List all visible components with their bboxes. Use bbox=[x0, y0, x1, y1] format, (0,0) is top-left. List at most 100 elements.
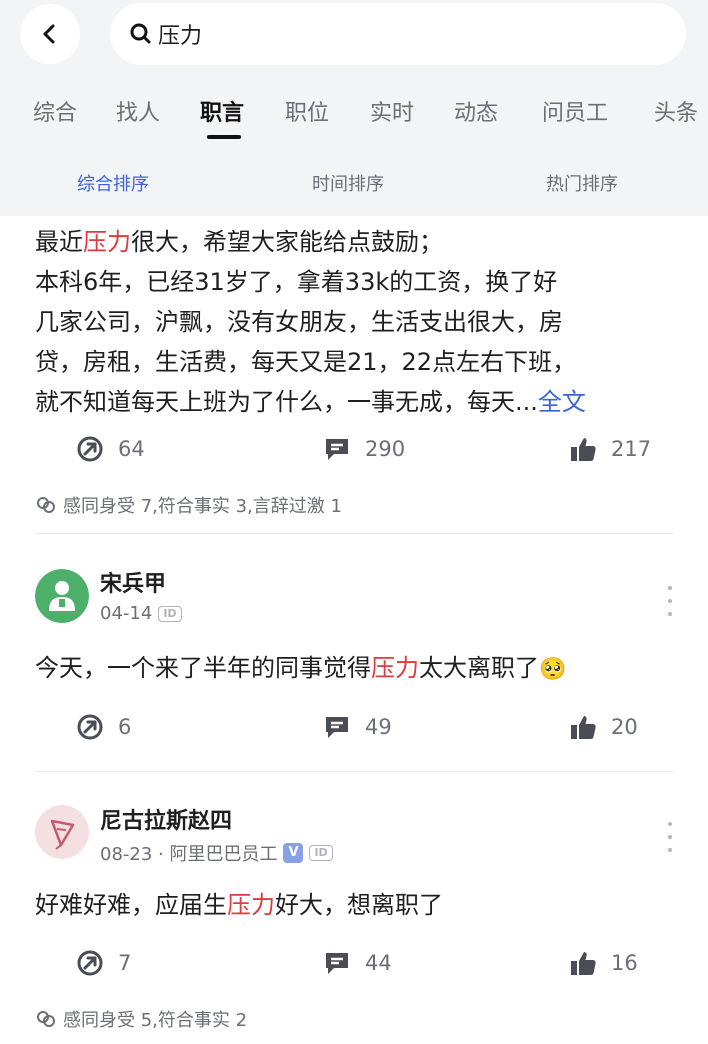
post-1-actions: 64 290 217 bbox=[0, 429, 708, 469]
tab-realtime[interactable]: 实时 bbox=[370, 95, 414, 127]
post-meta: 08-23 · 阿里巴巴员工 V ID bbox=[100, 840, 333, 866]
sort-comprehensive[interactable]: 综合排序 bbox=[77, 170, 149, 196]
chevron-left-icon bbox=[43, 24, 55, 44]
tab-headlines[interactable]: 头条 bbox=[654, 95, 698, 127]
active-tab-indicator bbox=[207, 135, 241, 139]
more-options-button[interactable] bbox=[664, 822, 676, 852]
reaction-summary: 感同身受 5,符合事实 2 bbox=[63, 1010, 248, 1031]
post-3-text: 好大，想离职了 bbox=[275, 891, 443, 919]
tab-people[interactable]: 找人 bbox=[116, 95, 160, 127]
comment-icon bbox=[326, 953, 348, 974]
tab-comprehensive[interactable]: 综合 bbox=[33, 95, 77, 127]
reaction-summary: 感同身受 7,符合事实 3,言辞过激 1 bbox=[63, 496, 342, 517]
thumbs-up-icon bbox=[571, 438, 596, 461]
reaction-icon bbox=[37, 1011, 55, 1027]
like-count: 16 bbox=[611, 951, 638, 975]
avatar[interactable] bbox=[35, 805, 89, 859]
post-meta: 04-14 ID bbox=[100, 603, 182, 624]
keyword-highlight: 压力 bbox=[371, 654, 419, 682]
back-button[interactable] bbox=[20, 4, 80, 64]
share-icon bbox=[77, 950, 103, 976]
divider bbox=[35, 533, 673, 534]
more-options-button[interactable] bbox=[664, 586, 676, 616]
post-1-text: 最近 bbox=[35, 228, 83, 256]
tab-posts[interactable]: 职言 bbox=[200, 95, 244, 127]
comment-button[interactable]: 44 bbox=[323, 943, 392, 983]
comment-button[interactable]: 49 bbox=[323, 707, 392, 747]
more-dot-icon bbox=[668, 848, 672, 852]
author-name[interactable]: 尼古拉斯赵四 bbox=[100, 803, 232, 835]
id-badge: ID bbox=[309, 845, 333, 861]
post-2-actions: 6 49 20 bbox=[0, 707, 708, 747]
share-icon bbox=[77, 436, 103, 462]
share-button[interactable]: 64 bbox=[76, 429, 145, 469]
user-avatar-icon bbox=[35, 569, 89, 623]
share-count: 7 bbox=[118, 951, 132, 975]
full-text-link[interactable]: 全文 bbox=[538, 388, 586, 416]
comment-count: 290 bbox=[365, 437, 406, 461]
comment-icon bbox=[326, 717, 348, 738]
divider bbox=[35, 771, 673, 772]
sort-time[interactable]: 时间排序 bbox=[312, 170, 384, 196]
share-button[interactable]: 6 bbox=[76, 707, 131, 747]
more-dot-icon bbox=[668, 612, 672, 616]
share-icon bbox=[77, 714, 103, 740]
keyword-highlight: 压力 bbox=[83, 228, 131, 256]
thumbs-up-icon bbox=[571, 952, 596, 975]
author-name[interactable]: 宋兵甲 bbox=[100, 566, 166, 598]
like-count: 217 bbox=[611, 437, 652, 461]
category-tabs: 综合 找人 职言 职位 实时 动态 问员工 头条 bbox=[0, 95, 708, 145]
post-1-line: 就不知道每天上班为了什么，一事无成，每天...全文 bbox=[35, 382, 685, 422]
post-3-actions: 7 44 16 bbox=[0, 943, 708, 983]
comment-icon bbox=[326, 439, 348, 460]
sort-options: 综合排序 时间排序 热门排序 bbox=[0, 170, 708, 200]
post-3-text: 好难好难，应届生 bbox=[35, 891, 227, 919]
share-button[interactable]: 7 bbox=[76, 943, 131, 983]
like-button[interactable]: 16 bbox=[569, 943, 638, 983]
post-3-reactions: 感同身受 5,符合事实 2 bbox=[35, 1004, 247, 1034]
tab-jobs[interactable]: 职位 bbox=[285, 95, 329, 127]
more-dot-icon bbox=[668, 599, 672, 603]
post-1-text: 很大，希望大家能给点鼓励； bbox=[131, 228, 443, 256]
post-3-body[interactable]: 好难好难，应届生压力好大，想离职了 bbox=[35, 885, 685, 925]
more-dot-icon bbox=[668, 586, 672, 590]
like-button[interactable]: 217 bbox=[569, 429, 651, 469]
reaction-icon bbox=[37, 497, 55, 513]
post-1-body[interactable]: 最近压力很大，希望大家能给点鼓励； 本科6年，已经31岁了，拿着33k的工资，换… bbox=[35, 222, 685, 422]
post-1-line: 最近压力很大，希望大家能给点鼓励； bbox=[35, 222, 685, 262]
search-bar[interactable] bbox=[110, 3, 686, 65]
tab-ask-employees[interactable]: 问员工 bbox=[542, 95, 608, 127]
keyword-highlight: 压力 bbox=[227, 891, 275, 919]
more-dot-icon bbox=[668, 822, 672, 826]
post-2-text: 太大离职了 bbox=[419, 654, 539, 682]
post-2-text: 今天，一个来了半年的同事觉得 bbox=[35, 654, 371, 682]
verified-badge-icon: V bbox=[283, 843, 304, 863]
post-2-body[interactable]: 今天，一个来了半年的同事觉得压力太大离职了🥺 bbox=[35, 648, 685, 690]
like-count: 20 bbox=[611, 715, 638, 739]
post-1-reactions: 感同身受 7,符合事实 3,言辞过激 1 bbox=[35, 490, 342, 520]
like-button[interactable]: 20 bbox=[569, 707, 638, 747]
sort-hot[interactable]: 热门排序 bbox=[546, 170, 618, 196]
post-2-line: 今天，一个来了半年的同事觉得压力太大离职了🥺 bbox=[35, 648, 685, 690]
tab-feed[interactable]: 动态 bbox=[454, 95, 498, 127]
avatar[interactable] bbox=[35, 569, 89, 623]
post-3-line: 好难好难，应届生压力好大，想离职了 bbox=[35, 885, 685, 925]
comment-count: 44 bbox=[365, 951, 392, 975]
share-count: 64 bbox=[118, 437, 145, 461]
search-input[interactable] bbox=[158, 14, 638, 54]
comment-count: 49 bbox=[365, 715, 392, 739]
more-dot-icon bbox=[668, 835, 672, 839]
post-date: 04-14 bbox=[100, 603, 153, 624]
post-1-text: 就不知道每天上班为了什么，一事无成，每天... bbox=[35, 388, 538, 416]
top-header: 综合 找人 职言 职位 实时 动态 问员工 头条 综合排序 时间排序 热门排序 bbox=[0, 0, 708, 216]
search-icon bbox=[130, 23, 151, 44]
thumbs-up-icon bbox=[571, 716, 596, 739]
post-1-line: 贷，房租，生活费，每天又是21，22点左右下班， bbox=[35, 348, 577, 376]
share-count: 6 bbox=[118, 715, 132, 739]
user-avatar-icon bbox=[35, 805, 89, 859]
emoji-icon: 🥺 bbox=[539, 657, 567, 682]
id-badge: ID bbox=[158, 605, 182, 622]
post-date-company: 08-23 · 阿里巴巴员工 bbox=[100, 844, 278, 865]
post-1-line: 本科6年，已经31岁了，拿着33k的工资，换了好 bbox=[35, 268, 558, 296]
comment-button[interactable]: 290 bbox=[323, 429, 405, 469]
